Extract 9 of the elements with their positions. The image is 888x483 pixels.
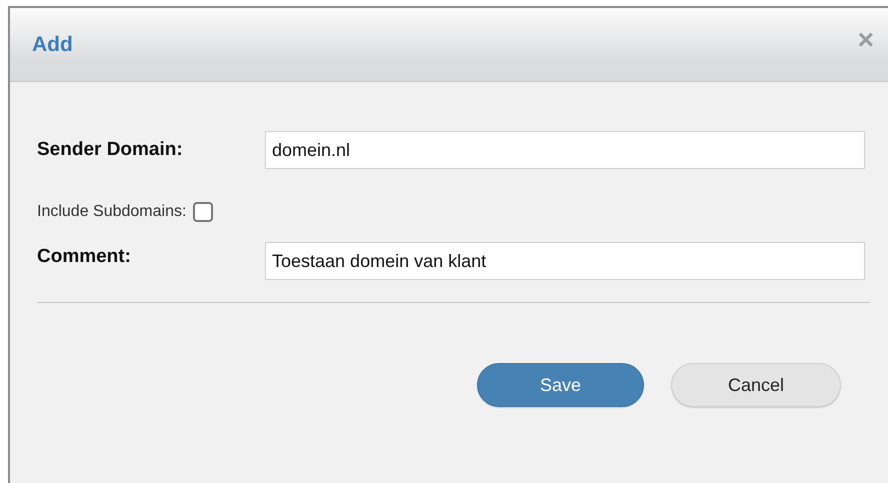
cancel-button[interactable]: Cancel <box>671 363 841 407</box>
field-label: Sender Domain: <box>37 139 184 161</box>
dialog-title: Add <box>32 32 73 56</box>
checkbox[interactable] <box>193 202 214 222</box>
text-field[interactable]: Toestaan domein van klant <box>265 242 865 280</box>
save-button[interactable]: Save <box>477 363 644 407</box>
field-label: Include Subdomains: <box>37 203 186 221</box>
text-field[interactable]: domein.nl <box>265 131 865 169</box>
field-label: Comment: <box>37 245 132 268</box>
